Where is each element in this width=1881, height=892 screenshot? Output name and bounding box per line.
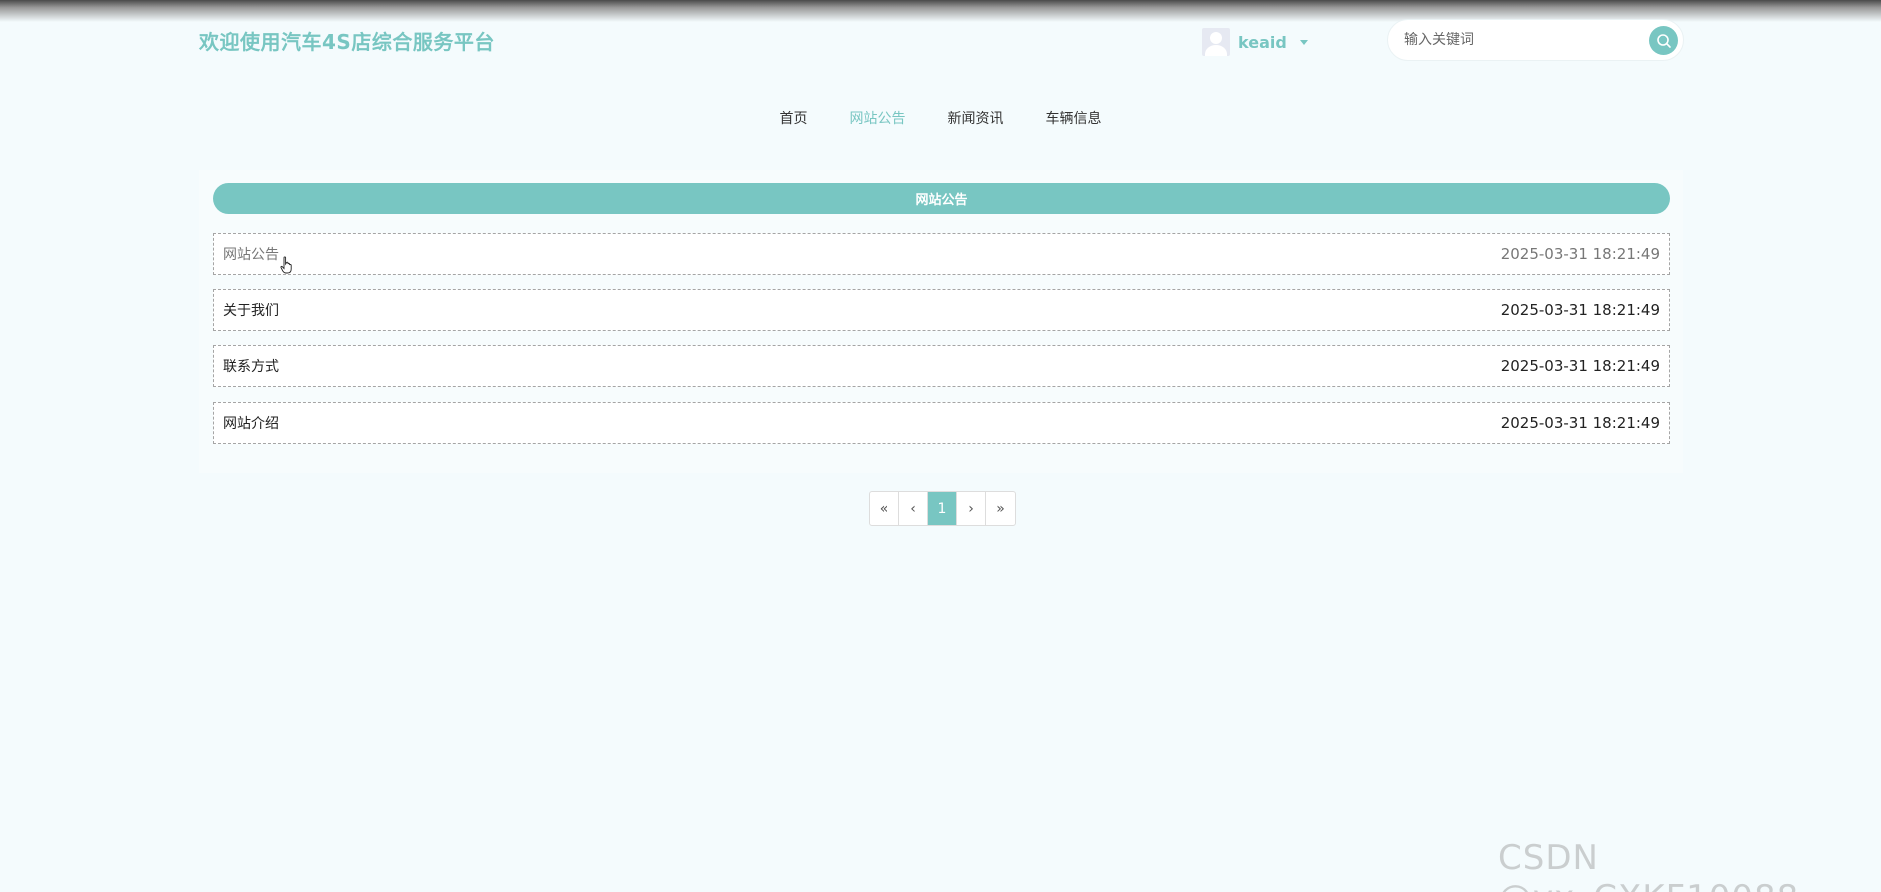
page-current-button[interactable]: 1 bbox=[928, 492, 957, 525]
search-icon bbox=[1656, 33, 1671, 48]
watermark: CSDN @vx_CXKF10088 bbox=[1498, 838, 1798, 892]
search-box bbox=[1387, 19, 1684, 61]
pagination: « ‹ 1 › » bbox=[869, 491, 1016, 526]
list-item-date: 2025-03-31 18:21:49 bbox=[1500, 245, 1660, 263]
list-item-title: 联系方式 bbox=[223, 359, 279, 375]
avatar bbox=[1202, 28, 1230, 56]
nav-item-vehicles[interactable]: 车辆信息 bbox=[1046, 108, 1102, 128]
caret-down-icon bbox=[1299, 39, 1308, 45]
page-prev-button[interactable]: ‹ bbox=[899, 492, 928, 525]
nav-item-news[interactable]: 新闻资讯 bbox=[948, 108, 1004, 128]
list-item-date: 2025-03-31 18:21:49 bbox=[1500, 414, 1660, 432]
list-item[interactable]: 网站公告 2025-03-31 18:21:49 bbox=[213, 233, 1670, 275]
list-item[interactable]: 联系方式 2025-03-31 18:21:49 bbox=[213, 345, 1670, 387]
list-item-title: 网站公告 bbox=[223, 247, 279, 263]
user-menu[interactable]: keaid bbox=[1202, 27, 1308, 57]
list-item-title: 网站介绍 bbox=[223, 416, 279, 432]
announcement-panel: 网站公告 网站公告 2025-03-31 18:21:49 关于我们 2025-… bbox=[199, 170, 1683, 473]
page: 欢迎使用汽车4S店综合服务平台 keaid 首页 网站公告 新闻资讯 车辆信息 … bbox=[0, 0, 1881, 892]
list-item[interactable]: 网站介绍 2025-03-31 18:21:49 bbox=[213, 402, 1670, 444]
search-button[interactable] bbox=[1649, 26, 1678, 55]
list-item-date: 2025-03-31 18:21:49 bbox=[1500, 357, 1660, 375]
page-first-button[interactable]: « bbox=[870, 492, 899, 525]
panel-title: 网站公告 bbox=[213, 183, 1670, 214]
username: keaid bbox=[1238, 32, 1287, 52]
list-item[interactable]: 关于我们 2025-03-31 18:21:49 bbox=[213, 289, 1670, 331]
nav-item-announcements[interactable]: 网站公告 bbox=[850, 108, 906, 128]
list-item-title: 关于我们 bbox=[223, 303, 279, 319]
page-last-button[interactable]: » bbox=[986, 492, 1015, 525]
site-title: 欢迎使用汽车4S店综合服务平台 bbox=[199, 30, 495, 54]
page-next-button[interactable]: › bbox=[957, 492, 986, 525]
nav-item-home[interactable]: 首页 bbox=[780, 108, 808, 128]
list-item-date: 2025-03-31 18:21:49 bbox=[1500, 301, 1660, 319]
search-input[interactable] bbox=[1404, 32, 1624, 48]
main-nav: 首页 网站公告 新闻资讯 车辆信息 bbox=[0, 108, 1881, 128]
